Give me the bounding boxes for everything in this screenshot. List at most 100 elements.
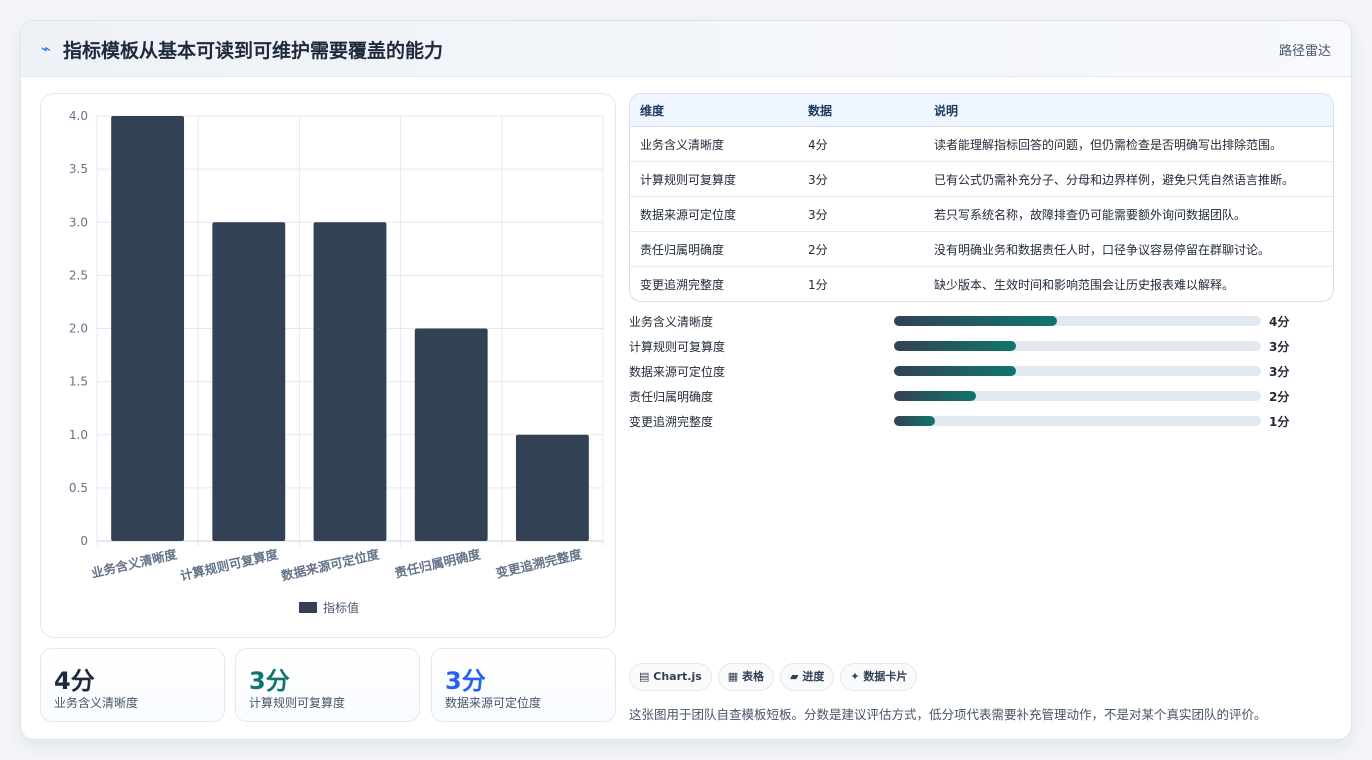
table-row: 责任归属明确度 2分 没有明确业务和数据责任人时，口径争议容易停留在群聊讨论。 [630,231,1333,267]
table-cell: 已有公式仍需补充分子、分母和边界样例，避免只凭自然语言推断。 [934,161,1333,197]
column-header: 数据 [808,94,934,127]
report-card: ⌁ 指标模板从基本可读到可维护需要覆盖的能力 路径雷达 0 0.5 1.0 1.5 2.… [20,20,1352,740]
table-row: 变更追溯完整度 1分 缺少版本、生效时间和影响范围会让历史报表难以解释。 [630,267,1333,302]
x-tick-label: 责任归属明确度 [393,546,482,580]
chip-label: 进度 [802,670,825,683]
progress-list: 业务含义清晰度 4分 计算规则可复算度 3分 数据来源可定位度 3分 责任归属明… [629,313,1332,429]
x-tick-label: 变更追溯完整度 [494,546,583,580]
progress-track [894,316,1261,326]
kpi-card-1: 4分 业务含义清晰度 [40,648,225,722]
chart-icon: ▤ [639,670,650,683]
kpi-label: 计算规则可复算度 [249,696,346,710]
progress-value: 3分 [1269,365,1290,379]
progress-label: 数据来源可定位度 [629,365,726,379]
y-tick-label: 2.0 [69,322,88,336]
table-icon: ▦ [727,670,739,683]
x-tick-label: 数据来源可定位度 [279,546,381,583]
table-cell: 变更追溯完整度 [640,277,725,292]
bar-chart: 0 0.5 1.0 1.5 2.0 2.5 3.0 3.5 4.0 业务含义清晰度 计算规则可复算度… [69,109,604,615]
table-cell: 3分 [808,196,934,232]
table-cell: 缺少版本、生效时间和影响范围会让历史报表难以解释。 [934,277,1235,292]
progress-fill [894,416,935,426]
dimension-table-panel: 维度 数据 说明 业务含义清晰度 4分 读者能理解指标回答的问题，但仍需检查是否… [629,93,1334,302]
progress-row: 数据来源可定位度 3分 [629,363,1332,379]
table-cell: 业务含义清晰度 [630,126,808,162]
column-header: 说明 [934,94,1333,127]
progress-track [894,391,1261,401]
bar-chart-panel: 0 0.5 1.0 1.5 2.0 2.5 3.0 3.5 4.0 业务含义清晰度 计算规则可复算度… [40,93,616,638]
kpi-value: 4分 [54,667,95,695]
dimension-table: 维度 数据 说明 业务含义清晰度 4分 读者能理解指标回答的问题，但仍需检查是否… [630,94,1333,301]
legend-label: 指标值 [323,600,359,615]
y-tick-label: 3.5 [69,162,88,176]
kpi-label: 业务含义清晰度 [54,696,139,710]
table-cell: 责任归属明确度 [630,231,808,267]
progress-fill [894,391,976,401]
y-tick-label: 0.5 [69,481,88,495]
table-cell: 没有明确业务和数据责任人时，口径争议容易停留在群聊讨论。 [934,231,1333,267]
chip-data-card[interactable]: ✦ 数据卡片 [840,663,918,691]
progress-label: 责任归属明确度 [629,390,714,404]
table-cell: 读者能理解指标回答的问题，但仍需检查是否明确写出排除范围。 [934,126,1333,162]
progress-track [894,416,1261,426]
header-tag: 路径雷达 [1278,44,1331,59]
y-tick-label: 3.0 [69,215,88,229]
chip-progress[interactable]: ▰ 进度 [780,663,835,691]
progress-fill [894,366,1017,376]
progress-value: 3分 [1269,340,1290,354]
table-row: 数据来源可定位度 3分 若只写系统名称，故障排查仍可能需要额外询问数据团队。 [630,196,1333,232]
x-tick-label: 业务含义清晰度 [90,546,179,580]
kpi-value: 3分 [445,667,486,695]
table-cell: 4分 [808,126,934,162]
y-tick-label: 1.0 [69,428,88,442]
x-tick-label: 计算规则可复算度 [179,546,280,583]
y-tick-label: 1.5 [69,375,88,389]
bar [313,222,387,541]
table-header-row: 维度 数据 说明 [630,94,1333,127]
page-title: 指标模板从基本可读到可维护需要覆盖的能力 [63,40,444,62]
table-row: 业务含义清晰度 4分 读者能理解指标回答的问题，但仍需检查是否明确写出排除范围。 [630,126,1333,162]
kpi-card-3: 3分 数据来源可定位度 [431,648,616,722]
column-header: 维度 [630,94,808,127]
chip-label: 表格 [742,670,765,683]
footnote: 这张图用于团队自查模板短板。分数是建议评估方式，低分项代表需要补充管理动作，不是… [629,707,1267,722]
table-cell: 1分 [808,277,828,292]
chip-chartjs[interactable]: ▤ Chart.js [629,663,712,691]
progress-track [894,366,1261,376]
progress-row: 责任归属明确度 2分 [629,388,1332,404]
progress-fill [894,316,1058,326]
table-cell: 若只写系统名称，故障排查仍可能需要额外询问数据团队。 [934,196,1333,232]
progress-icon: ▰ [790,670,799,683]
y-tick-label: 2.5 [69,268,88,282]
table-cell: 数据来源可定位度 [630,196,808,232]
progress-fill [894,341,1017,351]
progress-label: 变更追溯完整度 [629,415,714,429]
legend-swatch [299,602,317,613]
chip-label: Chart.js [653,670,702,683]
table-cell: 3分 [808,161,934,197]
bar [515,434,589,541]
table-row: 计算规则可复算度 3分 已有公式仍需补充分子、分母和边界样例，避免只凭自然语言推… [630,161,1333,197]
progress-value: 1分 [1269,415,1290,429]
progress-row: 变更追溯完整度 1分 [629,413,1332,429]
progress-label: 业务含义清晰度 [629,315,714,329]
card-header: ⌁ 指标模板从基本可读到可维护需要覆盖的能力 路径雷达 [21,21,1351,77]
progress-label: 计算规则可复算度 [629,340,726,354]
kpi-label: 数据来源可定位度 [445,696,542,710]
view-chips: ▤ Chart.js ▦ 表格 ▰ 进度 ✦ 数据卡片 [629,663,923,691]
chip-label: 数据卡片 [863,670,908,683]
y-tick-label: 4.0 [69,109,88,123]
kpi-value: 3分 [249,667,290,695]
chip-table[interactable]: ▦ 表格 [717,663,775,691]
sparkline-icon: ⌁ [41,39,51,58]
progress-value: 4分 [1269,315,1290,329]
table-cell: 计算规则可复算度 [630,161,808,197]
progress-track [894,341,1261,351]
bar [111,116,185,541]
progress-row: 业务含义清晰度 4分 [629,313,1332,329]
y-tick-label: 0 [80,534,88,548]
table-cell: 2分 [808,231,934,267]
kpi-card-2: 3分 计算规则可复算度 [235,648,420,722]
bar [414,328,488,541]
sparkle-icon: ✦ [850,670,860,683]
